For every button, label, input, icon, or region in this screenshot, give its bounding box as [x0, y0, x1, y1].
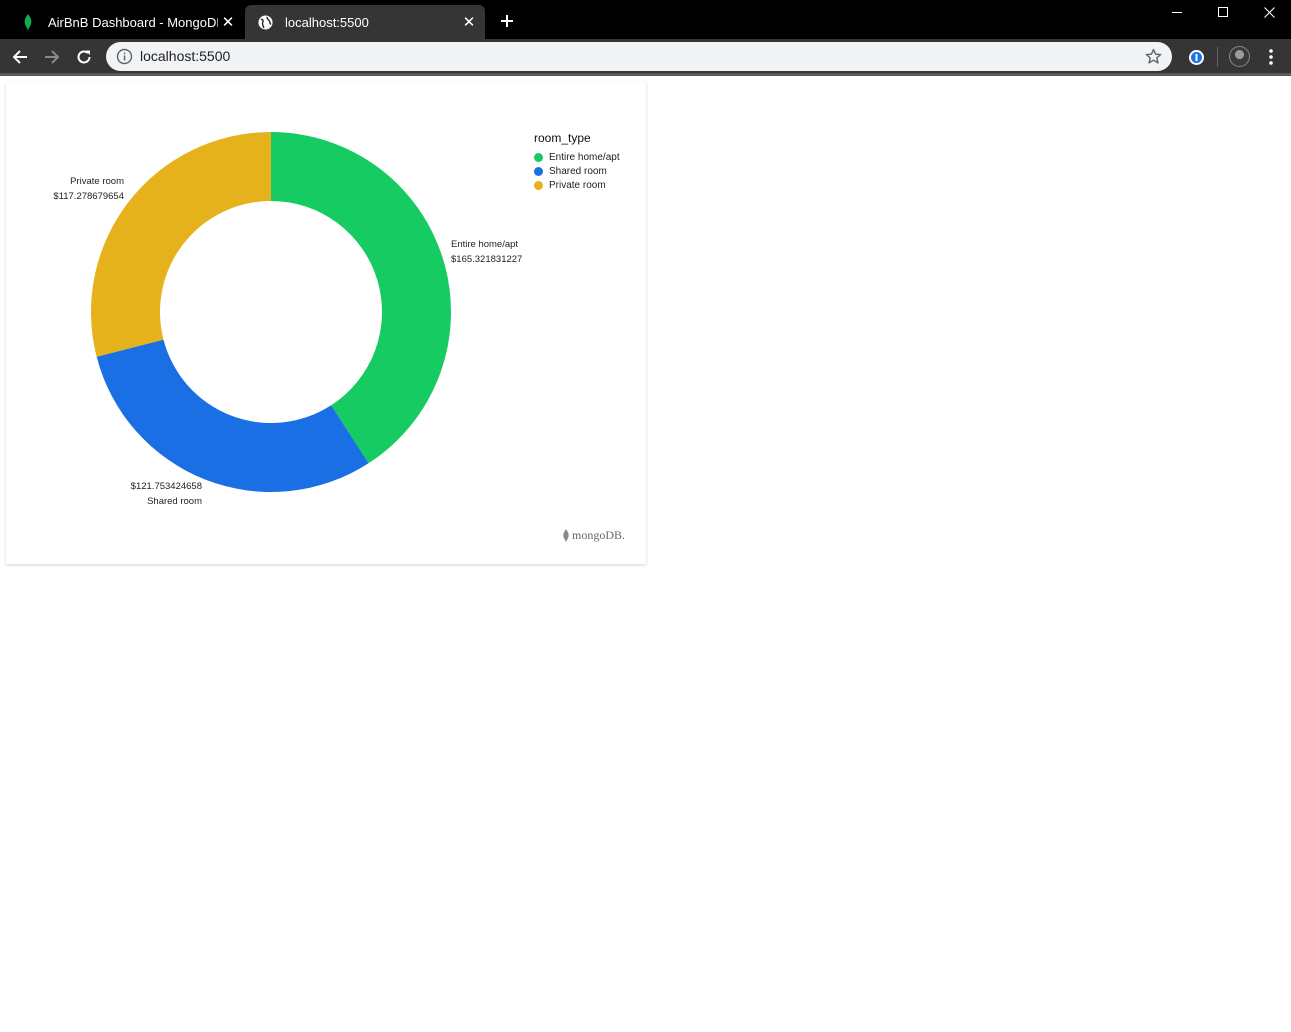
- donut-slice-private-room[interactable]: [91, 132, 271, 357]
- plus-icon: [501, 15, 513, 27]
- donut-slice-shared-room[interactable]: [96, 339, 369, 492]
- password-manager-button[interactable]: [1183, 44, 1209, 70]
- legend-label: Entire home/apt: [549, 151, 620, 163]
- mongodb-leaf-icon: [20, 14, 36, 30]
- chart-legend: room_type Entire home/apt Shared room Pr…: [534, 131, 620, 192]
- legend-swatch: [534, 152, 543, 162]
- reload-icon: [77, 50, 91, 64]
- toolbar-bottom-strip: [0, 73, 1291, 76]
- close-icon[interactable]: ✕: [218, 12, 238, 32]
- mongodb-logo: mongoDB.: [562, 528, 625, 543]
- toolbar-separator: [1217, 47, 1218, 67]
- window-close-button[interactable]: [1246, 0, 1291, 24]
- arrow-left-icon: [12, 50, 27, 64]
- donut-slice-entire-home-apt[interactable]: [271, 132, 452, 464]
- mongodb-logo-text: mongoDB.: [572, 528, 626, 542]
- menu-button[interactable]: [1261, 47, 1281, 67]
- minimize-button[interactable]: [1154, 0, 1200, 24]
- legend-item[interactable]: Entire home/apt: [534, 150, 620, 164]
- legend-swatch: [534, 166, 543, 176]
- tab-localhost[interactable]: localhost:5500 ✕: [245, 5, 485, 39]
- browser-titlebar: AirBnB Dashboard - MongoDB Cl ✕ localhos…: [0, 0, 1291, 39]
- data-label-value: $165.321831227: [451, 254, 522, 265]
- data-label-category: Entire home/apt: [451, 239, 518, 250]
- tab-title: AirBnB Dashboard - MongoDB Cl: [48, 14, 218, 30]
- data-label-value: $121.753424658: [131, 481, 202, 492]
- legend-item[interactable]: Shared room: [534, 164, 620, 178]
- data-label-category: Shared room: [147, 496, 202, 507]
- address-bar[interactable]: localhost:5500: [106, 42, 1172, 71]
- back-button[interactable]: [7, 44, 33, 70]
- legend-swatch: [534, 180, 543, 190]
- maximize-button[interactable]: [1200, 0, 1246, 24]
- address-url[interactable]: localhost:5500: [140, 48, 230, 64]
- password-manager-icon: [1188, 49, 1204, 65]
- data-label-category: Private room: [70, 176, 124, 187]
- legend-item[interactable]: Private room: [534, 178, 620, 192]
- globe-icon: [257, 14, 273, 30]
- chart-card: Entire home/apt $165.321831227 $121.7534…: [6, 82, 646, 564]
- star-icon[interactable]: [1145, 48, 1162, 65]
- avatar[interactable]: [1229, 46, 1250, 67]
- legend-label: Private room: [549, 179, 606, 191]
- maximize-icon: [1218, 7, 1228, 17]
- info-icon[interactable]: [116, 48, 133, 65]
- more-vertical-icon: [1269, 49, 1273, 65]
- legend-label: Shared room: [549, 165, 607, 177]
- reload-button[interactable]: [71, 44, 97, 70]
- arrow-right-icon: [45, 50, 60, 64]
- mongodb-leaf-icon: [563, 529, 569, 542]
- forward-button[interactable]: [39, 44, 65, 70]
- close-icon: [1263, 6, 1275, 18]
- close-icon[interactable]: ✕: [459, 12, 479, 32]
- tab-title: localhost:5500: [285, 14, 369, 30]
- tab-airbnb-dashboard[interactable]: AirBnB Dashboard - MongoDB Cl ✕: [8, 5, 244, 39]
- legend-title: room_type: [534, 131, 591, 145]
- new-tab-button[interactable]: [496, 10, 518, 32]
- data-label-value: $117.278679654: [53, 191, 124, 202]
- minimize-icon: [1172, 12, 1182, 13]
